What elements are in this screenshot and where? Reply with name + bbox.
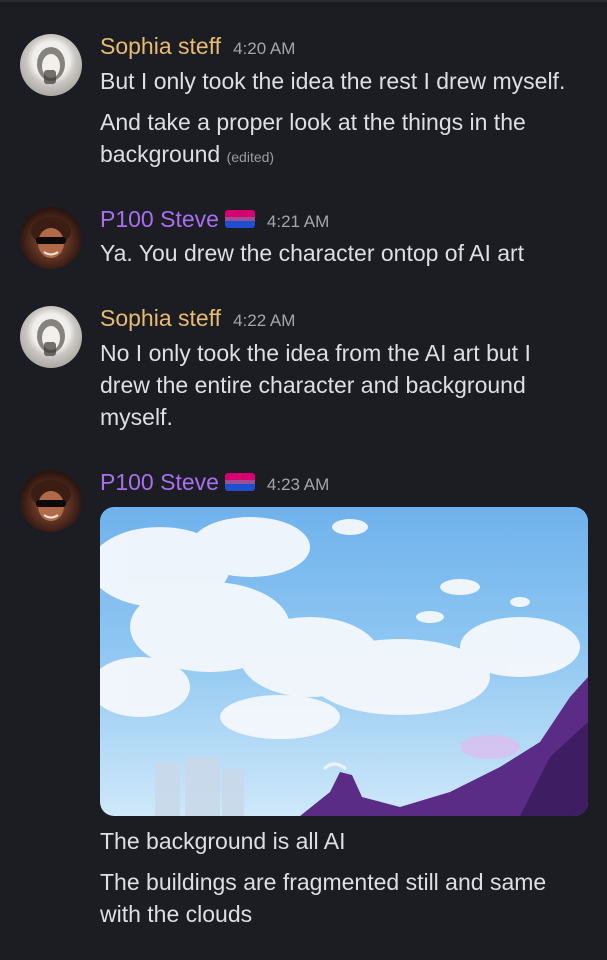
bisexual-pride-flag-icon: [224, 472, 255, 491]
timestamp: 4:21 AM: [266, 212, 330, 231]
timestamp: 4:20 AM: [233, 39, 296, 58]
avatar[interactable]: [20, 34, 82, 96]
avatar-photo: [37, 319, 65, 356]
top-divider: [0, 0, 607, 2]
avatar-photo: [31, 480, 71, 521]
image-attachment[interactable]: [100, 507, 588, 816]
message-header: Sophia steff 4:20 AM: [100, 33, 295, 60]
message-text: But I only took the idea the rest I drew…: [100, 68, 566, 94]
avatar-photo: [31, 217, 71, 258]
username-text: P100 Steve: [100, 206, 219, 232]
username-text: P100 Steve: [100, 469, 219, 495]
message-text-body: And take a proper look at the things in …: [100, 109, 526, 167]
message-header: Sophia steff 4:22 AM: [100, 305, 295, 332]
timestamp: 4:23 AM: [266, 475, 330, 494]
message-text: And take a proper look at the things in …: [100, 106, 580, 173]
message-header: P100 Steve 4:21 AM: [100, 206, 329, 233]
username[interactable]: P100 Steve: [100, 206, 255, 233]
bisexual-pride-flag-icon: [224, 209, 255, 228]
edited-label: (edited): [226, 149, 275, 165]
username[interactable]: P100 Steve: [100, 469, 255, 496]
avatar-photo: [37, 47, 65, 84]
message-text: No I only took the idea from the AI art …: [100, 340, 531, 430]
username[interactable]: Sophia steff: [100, 33, 221, 60]
avatar[interactable]: [20, 470, 82, 532]
message-text: Ya. You drew the character ontop of AI a…: [100, 240, 525, 266]
message-text: The buildings are fragmented still and s…: [100, 869, 547, 927]
avatar[interactable]: [20, 306, 82, 368]
message-text: The background is all AI: [100, 828, 346, 854]
avatar[interactable]: [20, 207, 82, 269]
timestamp: 4:22 AM: [233, 311, 296, 330]
username[interactable]: Sophia steff: [100, 305, 221, 332]
message-header: P100 Steve 4:23 AM: [100, 469, 329, 496]
attachment-image: [100, 517, 588, 816]
